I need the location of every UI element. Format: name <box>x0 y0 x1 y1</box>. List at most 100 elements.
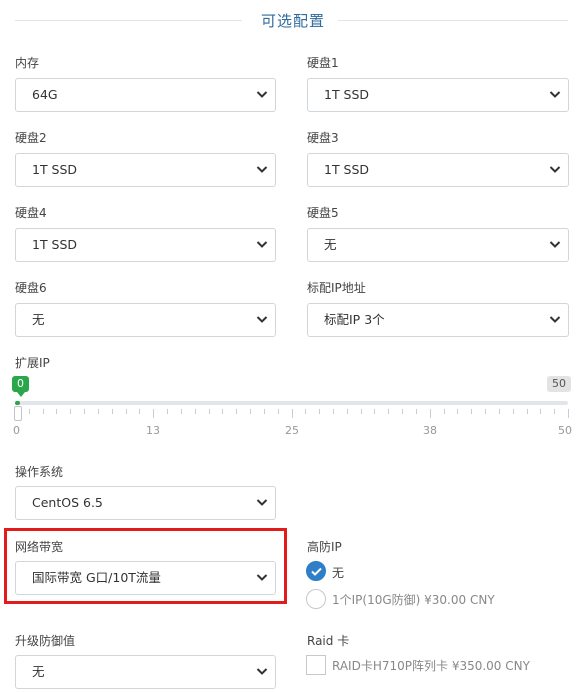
disk6-label: 硬盘6 <box>15 281 47 295</box>
slider-tick-label: 38 <box>423 424 437 437</box>
section-header: 可选配置 <box>0 6 580 36</box>
disk3-label: 硬盘3 <box>307 131 339 145</box>
slider-tick-label: 25 <box>285 424 299 437</box>
slider-tick <box>84 409 85 414</box>
slider-tick-label: 13 <box>146 424 160 437</box>
slider-fill <box>15 401 20 405</box>
slider-tick <box>347 409 348 414</box>
ip-value: 标配IP 3个 <box>324 312 385 327</box>
slider-tick <box>513 409 514 414</box>
disk5-select[interactable]: 无 <box>307 228 569 262</box>
chevron-down-icon <box>255 562 269 594</box>
slider-tick <box>153 409 154 418</box>
bandwidth-value: 国际带宽 G口/10T流量 <box>32 570 161 585</box>
slider-tick <box>181 409 182 414</box>
slider-tick <box>209 409 210 414</box>
slider-tick <box>540 409 541 414</box>
slider-tick <box>499 409 500 414</box>
section-title: 可选配置 <box>260 12 325 30</box>
chevron-down-icon <box>548 154 562 186</box>
disk2-select[interactable]: 1T SSD <box>15 153 276 187</box>
anti-ddos-label: 高防IP <box>307 540 342 554</box>
bandwidth-select[interactable]: 国际带宽 G口/10T流量 <box>15 561 276 595</box>
slider-handle[interactable] <box>14 406 22 421</box>
disk6-value: 无 <box>32 312 45 327</box>
slider-tick <box>568 409 569 418</box>
chevron-down-icon <box>548 79 562 111</box>
slider-tick-label: 50 <box>558 424 572 437</box>
anti-ddos-option-none-label[interactable]: 无 <box>332 564 344 581</box>
disk2-value: 1T SSD <box>32 162 78 177</box>
memory-select[interactable]: 64G <box>15 78 276 112</box>
extra-ip-slider[interactable]: 0 50 0 13 25 38 50 <box>12 370 572 440</box>
slider-min-badge: 0 <box>12 376 29 397</box>
disk4-label: 硬盘4 <box>15 206 47 220</box>
slider-tick <box>195 409 196 414</box>
slider-tick <box>305 409 306 414</box>
slider-tick <box>70 409 71 414</box>
slider-tick-label: 0 <box>13 424 20 437</box>
os-label: 操作系统 <box>15 465 64 479</box>
anti-ddos-option-none-radio[interactable] <box>306 561 326 581</box>
slider-tick <box>361 409 362 414</box>
slider-tick <box>457 409 458 414</box>
chevron-down-icon <box>255 154 269 186</box>
slider-max-badge: 50 <box>547 376 571 392</box>
anti-ddos-option-1ip-label[interactable]: 1个IP(10G防御) ¥30.00 CNY <box>332 591 495 608</box>
disk5-label: 硬盘5 <box>307 206 339 220</box>
slider-tick <box>374 409 375 414</box>
disk4-select[interactable]: 1T SSD <box>15 228 276 262</box>
memory-value: 64G <box>32 87 58 102</box>
slider-tick <box>527 409 528 414</box>
slider-tick <box>250 409 251 414</box>
disk2-label: 硬盘2 <box>15 131 47 145</box>
extra-ip-label: 扩展IP <box>15 356 50 370</box>
disk6-select[interactable]: 无 <box>15 303 276 337</box>
slider-tick <box>278 409 279 414</box>
slider-tick <box>416 409 417 414</box>
raid-label: Raid 卡 <box>307 634 350 648</box>
disk4-value: 1T SSD <box>32 237 78 252</box>
slider-tick <box>402 409 403 414</box>
ip-label: 标配IP地址 <box>307 281 366 295</box>
chevron-down-icon <box>255 229 269 261</box>
defense-value: 无 <box>32 664 45 679</box>
slider-tick <box>319 409 320 414</box>
slider-tick <box>222 409 223 414</box>
chevron-down-icon <box>548 229 562 261</box>
disk1-value: 1T SSD <box>324 87 370 102</box>
os-select[interactable]: CentOS 6.5 <box>15 486 276 520</box>
chevron-down-icon <box>548 304 562 336</box>
slider-tick <box>333 409 334 414</box>
chevron-down-icon <box>255 656 269 688</box>
raid-checkbox[interactable] <box>306 655 326 675</box>
defense-select[interactable]: 无 <box>15 655 276 689</box>
slider-tick <box>388 409 389 414</box>
slider-tick <box>471 409 472 414</box>
slider-tick <box>236 409 237 414</box>
checkmark-icon <box>311 567 322 576</box>
slider-tick <box>554 409 555 414</box>
chevron-down-icon <box>255 304 269 336</box>
slider-tick <box>139 409 140 414</box>
defense-label: 升级防御值 <box>15 634 76 648</box>
os-value: CentOS 6.5 <box>32 495 103 510</box>
divider-left <box>15 20 242 21</box>
anti-ddos-option-1ip-radio[interactable] <box>306 589 326 609</box>
chevron-down-icon <box>255 487 269 519</box>
disk1-label: 硬盘1 <box>307 56 339 70</box>
chevron-down-icon <box>255 79 269 111</box>
disk1-select[interactable]: 1T SSD <box>307 78 569 112</box>
divider-right <box>338 20 568 21</box>
slider-tick <box>167 409 168 414</box>
disk3-select[interactable]: 1T SSD <box>307 153 569 187</box>
slider-tick <box>126 409 127 414</box>
slider-tick <box>112 409 113 414</box>
slider-tick <box>29 409 30 414</box>
memory-label: 内存 <box>15 56 40 70</box>
slider-track[interactable] <box>15 401 568 405</box>
raid-option-label[interactable]: RAID卡H710P阵列卡 ¥350.00 CNY <box>332 657 530 674</box>
slider-tick <box>43 409 44 414</box>
bandwidth-label: 网络带宽 <box>15 540 64 554</box>
ip-select[interactable]: 标配IP 3个 <box>307 303 569 337</box>
